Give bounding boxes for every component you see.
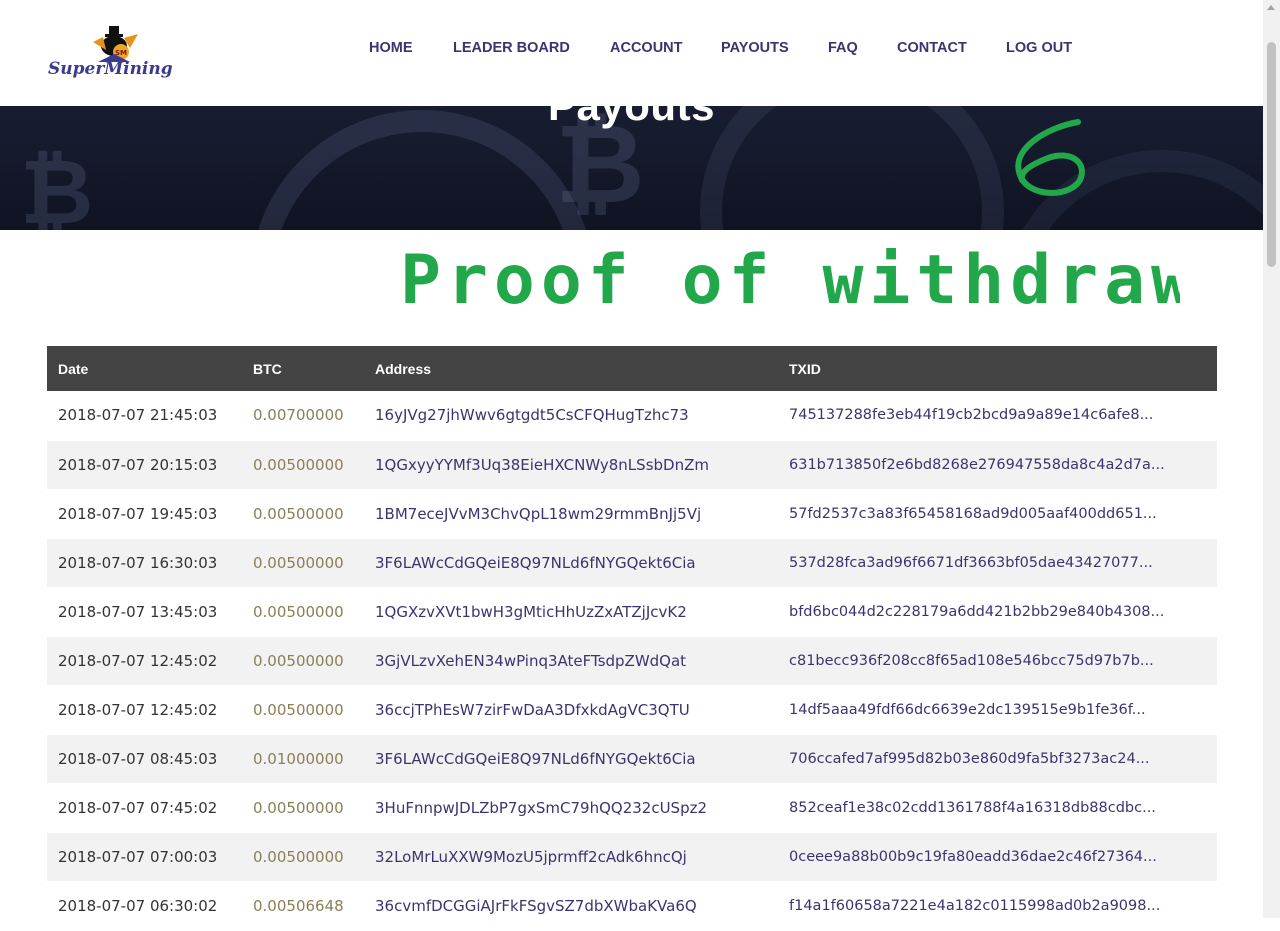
site-header: SM SuperMining HOME LEADER BOARD ACCOUNT…: [0, 0, 1263, 106]
payout-amount: 0.00500000: [253, 700, 344, 719]
payout-address-link[interactable]: 1BM7eceJVvM3ChvQpL18wm29rmmBnJj5Vj: [364, 489, 778, 538]
nav-payouts[interactable]: PAYOUTS: [721, 40, 789, 56]
payout-amount: 0.00500000: [253, 455, 344, 474]
payout-txid-link[interactable]: 0ceee9a88b00b9c19fa80eadd36dae2c46f27364…: [778, 832, 1217, 881]
payout-date: 2018-07-07 12:45:02: [58, 651, 218, 670]
table-row: 2018-07-07 08:45:03 0.01000000 3F6LAWcCd…: [47, 734, 1217, 783]
payout-amount: 0.00700000: [253, 406, 344, 425]
annotation-text: Proof of withdrawl: [400, 241, 1180, 320]
table-row: 2018-07-07 07:45:02 0.00500000 3HuFnnpwJ…: [47, 783, 1217, 832]
column-header-txid: TXID: [789, 360, 821, 377]
page-scrollbar[interactable]: [1263, 0, 1280, 918]
table-row: 2018-07-07 07:00:03 0.00500000 32LoMrLuX…: [47, 832, 1217, 881]
payout-txid-link[interactable]: 631b713850f2e6bd8268e276947558da8c4a2d7a…: [778, 440, 1217, 489]
column-header-date: Date: [58, 360, 89, 377]
table-row: 2018-07-07 12:45:02 0.00500000 3GjVLzvXe…: [47, 636, 1217, 685]
payout-txid-link[interactable]: 706ccafed7af995d82b03e860d9fa5bf3273ac24…: [778, 734, 1217, 783]
payout-date: 2018-07-07 21:45:03: [58, 406, 218, 425]
bitcoin-icon: ₿: [20, 140, 94, 230]
payout-amount: 0.00500000: [253, 847, 344, 866]
payout-date: 2018-07-07 06:30:02: [58, 896, 218, 915]
payouts-table: Date BTC Address TXID 2018-07-07 21:45:0…: [47, 346, 1217, 931]
payout-date: 2018-07-07 07:45:02: [58, 798, 218, 817]
svg-text:SM: SM: [115, 49, 127, 57]
scrollbar-thumb[interactable]: [1267, 42, 1276, 267]
nav-faq[interactable]: FAQ: [828, 40, 858, 56]
payout-date: 2018-07-07 08:45:03: [58, 749, 218, 768]
payout-amount: 0.00500000: [253, 602, 344, 621]
table-row: 2018-07-07 21:45:03 0.00700000 16yJVg27j…: [47, 391, 1217, 440]
table-row: 2018-07-07 19:45:03 0.00500000 1BM7eceJV…: [47, 489, 1217, 538]
payout-address-link[interactable]: 3GjVLzvXehEN34wPinq3AteFTsdpZWdQat: [364, 636, 778, 685]
payout-txid-link[interactable]: 14df5aaa49fdf66dc6639e2dc139515e9b1fe36f…: [778, 685, 1217, 734]
payout-txid-link[interactable]: 57fd2537c3a83f65458168ad9d005aaf400dd651…: [778, 489, 1217, 538]
payout-txid-link[interactable]: 745137288fe3eb44f19cb2bcd9a9a89e14c6afe8…: [778, 391, 1217, 440]
table-row: 2018-07-07 16:30:03 0.00500000 3F6LAWcCd…: [47, 538, 1217, 587]
payout-amount: 0.00506648: [253, 896, 344, 915]
nav-account[interactable]: ACCOUNT: [610, 40, 683, 56]
table-row: 2018-07-07 13:45:03 0.00500000 1QGXzvXVt…: [47, 587, 1217, 636]
nav-log-out[interactable]: LOG OUT: [1006, 40, 1072, 56]
site-logo[interactable]: SM SuperMining: [46, 22, 202, 82]
payout-amount: 0.01000000: [253, 749, 344, 768]
payout-txid-link[interactable]: f14a1f60658a7221e4a182c0115998ad0b2a9098…: [778, 881, 1217, 930]
payout-txid-link[interactable]: c81becc936f208cc8f65ad108e546bcc75d97b7b…: [778, 636, 1217, 685]
svg-text:SuperMining: SuperMining: [48, 59, 173, 79]
payout-date: 2018-07-07 13:45:03: [58, 602, 218, 621]
column-header-address: Address: [375, 360, 432, 377]
table-row: 2018-07-07 06:30:02 0.00506648 36cvmfDCG…: [47, 881, 1217, 930]
payout-address-link[interactable]: 3F6LAWcCdGQeiE8Q97NLd6fNYGQekt6Cia: [364, 734, 778, 783]
payout-date: 2018-07-07 20:15:03: [58, 455, 218, 474]
payout-amount: 0.00500000: [253, 553, 344, 572]
handwritten-annotation: Proof of withdrawl: [400, 119, 1180, 320]
nav-contact[interactable]: CONTACT: [897, 40, 967, 56]
payout-amount: 0.00500000: [253, 798, 344, 817]
payout-address-link[interactable]: 32LoMrLuXXW9MozU5jprmff2cAdk6hncQj: [364, 832, 778, 881]
nav-leader-board[interactable]: LEADER BOARD: [453, 40, 570, 56]
payout-address-link[interactable]: 3F6LAWcCdGQeiE8Q97NLd6fNYGQekt6Cia: [364, 538, 778, 587]
payout-date: 2018-07-07 16:30:03: [58, 553, 218, 572]
column-header-btc: BTC: [253, 360, 282, 377]
payout-address-link[interactable]: 1QGXzvXVt1bwH3gMticHhUzZxATZjJcvK2: [364, 587, 778, 636]
payout-amount: 0.00500000: [253, 651, 344, 670]
payout-txid-link[interactable]: 852ceaf1e38c02cdd1361788f4a16318db88cdbc…: [778, 783, 1217, 832]
payout-address-link[interactable]: 36ccjTPhEsW7zirFwDaA3DfxkdAgVC3QTU: [364, 685, 778, 734]
annotation-number-mark: [1015, 119, 1085, 196]
payout-date: 2018-07-07 07:00:03: [58, 847, 218, 866]
scroll-up-arrow-icon[interactable]: [1267, 5, 1275, 10]
payout-date: 2018-07-07 12:45:02: [58, 700, 218, 719]
table-row: 2018-07-07 12:45:02 0.00500000 36ccjTPhE…: [47, 685, 1217, 734]
nav-home[interactable]: HOME: [369, 40, 413, 56]
payout-amount: 0.00500000: [253, 504, 344, 523]
table-row: 2018-07-07 20:15:03 0.00500000 1QGxyyYYM…: [47, 440, 1217, 489]
payout-address-link[interactable]: 1QGxyyYYMf3Uq38EieHXCNWy8nLSsbDnZm: [364, 440, 778, 489]
payout-txid-link[interactable]: 537d28fca3ad96f6671df3663bf05dae43427077…: [778, 538, 1217, 587]
payout-address-link[interactable]: 36cvmfDCGGiAJrFkFSgvSZ7dbXWbaKVa6Q: [364, 881, 778, 930]
payout-txid-link[interactable]: bfd6bc044d2c228179a6dd421b2bb29e840b4308…: [778, 587, 1217, 636]
table-header-row: Date BTC Address TXID: [47, 346, 1217, 391]
payout-address-link[interactable]: 16yJVg27jhWwv6gtgdt5CsCFQHugTzhc73: [364, 391, 778, 440]
payout-date: 2018-07-07 19:45:03: [58, 504, 218, 523]
payout-address-link[interactable]: 3HuFnnpwJDLZbP7gxSmC79hQQ232cUSpz2: [364, 783, 778, 832]
